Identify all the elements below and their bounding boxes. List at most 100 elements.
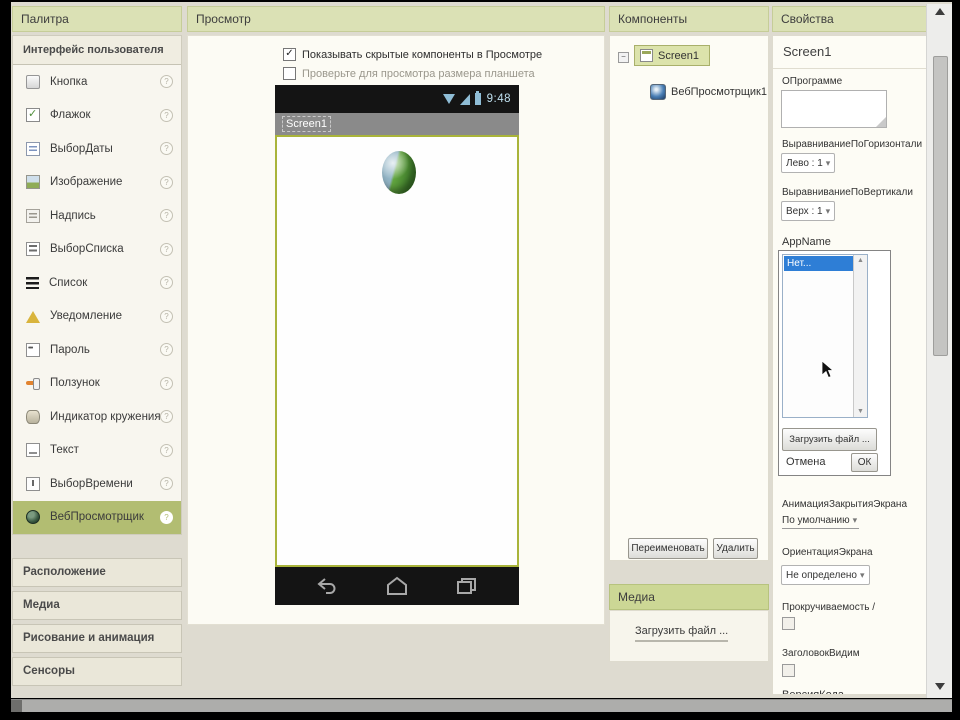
picker-ok-button[interactable]: ОК xyxy=(851,453,878,472)
upload-file-button[interactable]: Загрузить файл ... xyxy=(635,625,729,642)
version-code-label: ВерсияКода xyxy=(782,689,844,695)
help-icon[interactable]: ? xyxy=(160,108,173,122)
help-icon[interactable]: ? xyxy=(160,410,173,424)
rename-button[interactable]: Переименовать xyxy=(628,538,708,559)
palette-category-layout[interactable]: Расположение xyxy=(12,558,182,587)
components-panel: − Screen1 ВебПросмотрщик1 Переименовать … xyxy=(609,35,769,561)
horizontal-scrollbar-button[interactable] xyxy=(11,700,22,712)
help-icon[interactable]: ? xyxy=(160,209,173,223)
palette-section-user-interface[interactable]: Интерфейс пользователя xyxy=(13,36,181,65)
screen-title[interactable]: Screen1 xyxy=(282,116,331,132)
palette-item-webviewer[interactable]: ВебПросмотрщик ? xyxy=(13,500,181,534)
palette-item-notifier[interactable]: Уведомление ? xyxy=(13,300,181,334)
align-horizontal-dropdown[interactable]: Лево : 1 ▾ xyxy=(781,153,836,173)
screen-canvas[interactable] xyxy=(275,135,519,567)
help-icon[interactable]: ? xyxy=(160,75,173,89)
help-icon[interactable]: ? xyxy=(160,510,173,524)
tree-expander-icon[interactable]: − xyxy=(618,52,629,63)
vertical-scrollbar[interactable] xyxy=(926,4,952,698)
asset-list-selected-option[interactable]: Нет... xyxy=(784,256,853,271)
palette-item-spinner[interactable]: Индикатор кружения ? xyxy=(13,400,181,434)
viewer-panel: ✓ Показывать скрытые компоненты в Просмо… xyxy=(187,35,605,625)
help-icon[interactable]: ? xyxy=(160,477,173,491)
properties-panel-title: Свойства xyxy=(772,6,939,32)
chevron-down-icon: ▾ xyxy=(852,515,858,525)
palette-item-slider[interactable]: Ползунок ? xyxy=(13,367,181,401)
wifi-icon xyxy=(442,94,455,104)
palette-item-label: Флажок xyxy=(50,109,91,122)
palette-category-drawing-animation[interactable]: Рисование и анимация xyxy=(12,624,182,653)
notifier-icon xyxy=(26,311,40,324)
palette-item-datepicker[interactable]: ВыборДаты ? xyxy=(13,132,181,166)
asset-list[interactable]: Нет... ▲ ▼ xyxy=(782,254,868,418)
mouse-cursor xyxy=(821,360,835,379)
palette-item-label: ВыборСписка xyxy=(50,243,124,256)
scrollable-label: Прокручиваемость / xyxy=(782,602,876,613)
align-horizontal-label: ВыравниваниеПоГоризонтали xyxy=(782,139,923,150)
palette-item-label: Ползунок xyxy=(50,377,100,390)
screen-icon xyxy=(640,49,653,62)
scroll-up-icon[interactable] xyxy=(935,8,945,15)
palette-item-checkbox[interactable]: Флажок ? xyxy=(13,99,181,133)
palette-item-label: ВыборДаты xyxy=(50,142,113,155)
palette-item-label: Кнопка xyxy=(50,75,88,88)
back-icon xyxy=(317,578,336,594)
help-icon[interactable]: ? xyxy=(160,142,173,156)
close-screen-animation-value: По умолчанию xyxy=(782,515,850,526)
tree-item-webviewer1[interactable]: ВебПросмотрщик1 xyxy=(650,84,767,100)
help-icon[interactable]: ? xyxy=(160,175,173,189)
viewer-panel-title: Просмотр xyxy=(187,6,605,32)
palette-category-media[interactable]: Медиа xyxy=(12,591,182,620)
palette-panel-title: Палитра xyxy=(12,6,182,32)
chevron-down-icon: ▾ xyxy=(825,158,831,168)
palette-category-sensors[interactable]: Сенсоры xyxy=(12,657,182,686)
title-visible-checkbox[interactable] xyxy=(782,664,795,677)
delete-button[interactable]: Удалить xyxy=(713,538,758,559)
help-icon[interactable]: ? xyxy=(160,376,173,390)
align-vertical-dropdown[interactable]: Верх : 1 ▾ xyxy=(781,201,836,221)
help-icon[interactable]: ? xyxy=(160,276,173,290)
palette-item-label: ВыборВремени xyxy=(50,477,133,490)
picker-upload-file-button[interactable]: Загрузить файл ... xyxy=(782,428,877,451)
scroll-down-icon[interactable] xyxy=(935,683,945,690)
tree-item-screen1[interactable]: Screen1 xyxy=(634,45,710,66)
scroll-up-icon[interactable]: ▲ xyxy=(857,257,864,264)
tablet-preview-checkbox[interactable] xyxy=(283,67,296,80)
password-icon xyxy=(26,342,40,357)
asset-list-scrollbar[interactable]: ▲ ▼ xyxy=(853,255,867,417)
horizontal-scrollbar[interactable] xyxy=(11,699,952,712)
screen-orientation-dropdown[interactable]: Не определено ▾ xyxy=(781,565,870,585)
about-screen-input[interactable] xyxy=(781,90,887,128)
align-horizontal-value: Лево : 1 xyxy=(786,158,823,169)
help-icon[interactable]: ? xyxy=(160,242,173,256)
recents-icon xyxy=(457,578,476,594)
vertical-scrollbar-thumb[interactable] xyxy=(933,56,948,356)
image-icon xyxy=(26,175,40,190)
help-icon[interactable]: ? xyxy=(160,443,173,457)
checkbox-icon xyxy=(26,107,40,123)
scrollable-checkbox[interactable] xyxy=(782,617,795,630)
phone-nav-bar xyxy=(275,567,519,605)
palette-item-password[interactable]: Пароль ? xyxy=(13,333,181,367)
palette-item-timepicker[interactable]: ВыборВремени ? xyxy=(13,467,181,501)
selected-component-name: Screen1 xyxy=(783,44,832,59)
palette-item-image[interactable]: Изображение ? xyxy=(13,166,181,200)
webviewer-icon xyxy=(26,510,40,525)
palette-item-label: Пароль xyxy=(50,343,90,356)
listpicker-icon xyxy=(26,242,40,257)
listview-icon xyxy=(26,277,39,290)
close-screen-animation-dropdown[interactable]: По умолчанию ▾ xyxy=(782,515,860,529)
palette-item-textbox[interactable]: Текст ? xyxy=(13,434,181,468)
help-icon[interactable]: ? xyxy=(160,309,173,323)
help-icon[interactable]: ? xyxy=(160,343,173,357)
show-hidden-checkbox[interactable]: ✓ xyxy=(283,48,296,61)
picker-cancel-button[interactable]: Отмена xyxy=(786,456,825,468)
status-time: 9:48 xyxy=(486,93,511,105)
palette-item-label[interactable]: Надпись ? xyxy=(13,199,181,233)
webviewer-globe-icon[interactable] xyxy=(382,151,416,194)
palette-item-listpicker[interactable]: ВыборСписка ? xyxy=(13,233,181,267)
align-vertical-value: Верх : 1 xyxy=(786,206,823,217)
scroll-down-icon[interactable]: ▼ xyxy=(857,408,864,415)
palette-item-button[interactable]: Кнопка ? xyxy=(13,65,181,99)
palette-item-listview[interactable]: Список ? xyxy=(13,266,181,300)
